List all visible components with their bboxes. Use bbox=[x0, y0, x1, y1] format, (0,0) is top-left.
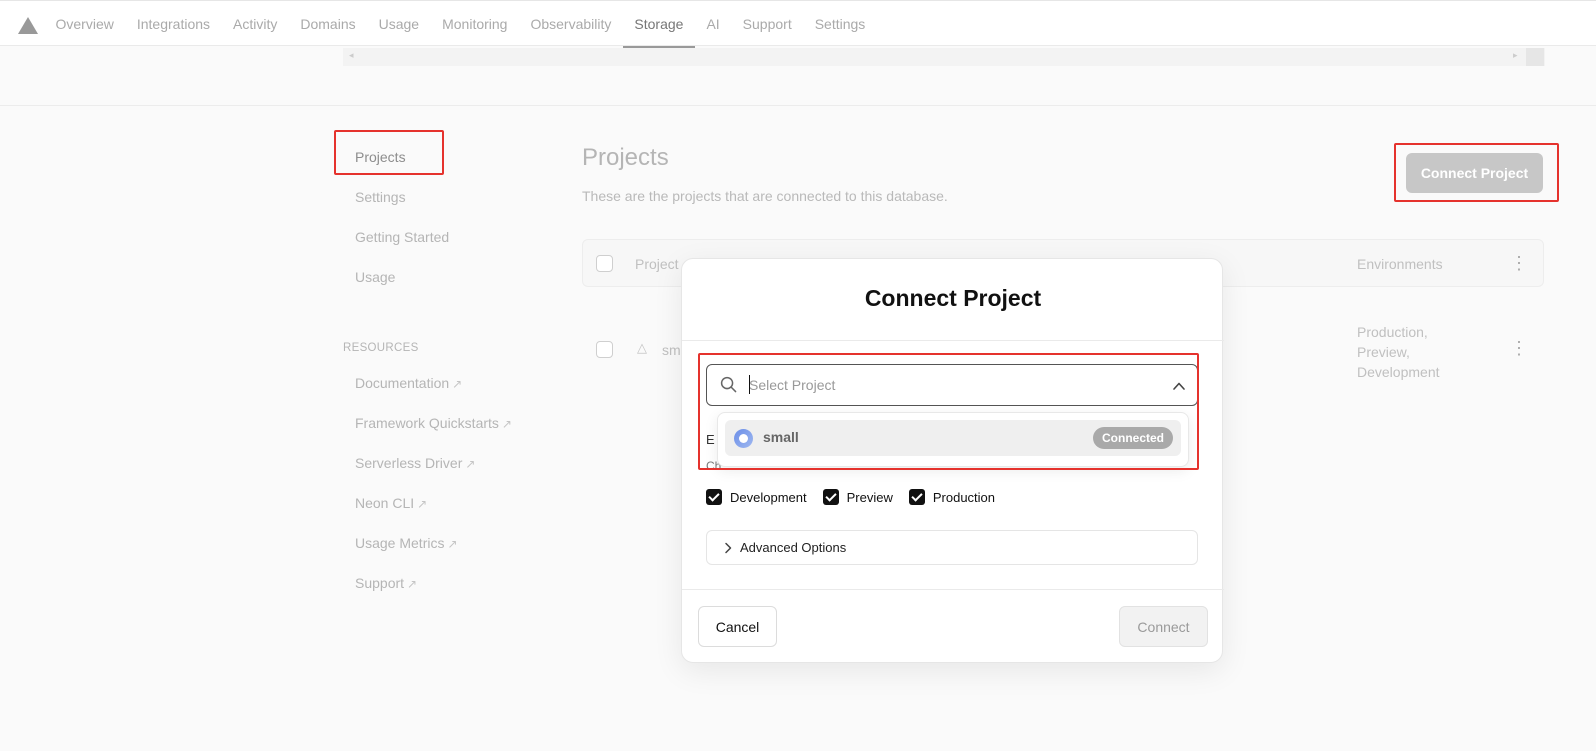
env-preview: Preview, bbox=[1357, 344, 1410, 360]
modal-divider bbox=[682, 340, 1224, 341]
scrollbar-thumb[interactable] bbox=[1526, 48, 1544, 66]
tab-overview[interactable]: Overview bbox=[44, 1, 125, 47]
header-more-icon[interactable]: ⋮ bbox=[1510, 254, 1528, 272]
scroll-left-icon[interactable]: ◂ bbox=[349, 50, 354, 61]
resource-label: Neon CLI bbox=[355, 495, 415, 511]
sidebar-item-projects[interactable]: Projects bbox=[355, 149, 406, 165]
environments-label: E bbox=[706, 432, 715, 447]
tab-monitoring[interactable]: Monitoring bbox=[431, 1, 519, 47]
dropdown-option-small[interactable]: small Connected bbox=[725, 420, 1181, 456]
environment-checkboxes: Development Preview Production bbox=[706, 489, 1011, 505]
row-checkbox[interactable] bbox=[596, 341, 613, 358]
sidebar-item-settings[interactable]: Settings bbox=[355, 189, 406, 205]
search-icon bbox=[720, 376, 737, 393]
scroll-right-icon[interactable]: ▸ bbox=[1513, 50, 1518, 61]
modal-footer-divider bbox=[682, 589, 1224, 590]
select-all-checkbox[interactable] bbox=[596, 255, 613, 272]
page-subtitle: These are the projects that are connecte… bbox=[582, 188, 948, 204]
resource-link-neon-cli[interactable]: Neon CLI ↗ bbox=[355, 495, 427, 511]
external-link-icon: ↗ bbox=[452, 377, 463, 391]
project-select[interactable] bbox=[706, 364, 1198, 406]
resource-label: Serverless Driver bbox=[355, 455, 463, 471]
project-triangle-icon: △ bbox=[637, 340, 647, 355]
tab-activity[interactable]: Activity bbox=[222, 1, 289, 47]
tab-observability[interactable]: Observability bbox=[519, 1, 623, 47]
external-link-icon: ↗ bbox=[501, 417, 512, 431]
external-link-icon: ↗ bbox=[417, 497, 428, 511]
cancel-button[interactable]: Cancel bbox=[698, 606, 777, 647]
connect-project-modal: Connect Project E Ch small Connected Dev… bbox=[681, 258, 1224, 663]
resources-heading: RESOURCES bbox=[343, 342, 419, 354]
checkbox-production[interactable]: Production bbox=[908, 489, 996, 505]
env-development: Development bbox=[1357, 364, 1440, 380]
connect-project-button[interactable]: Connect Project bbox=[1406, 153, 1543, 193]
resource-link-framework-quickstarts[interactable]: Framework Quickstarts ↗ bbox=[355, 415, 512, 431]
row-more-icon[interactable]: ⋮ bbox=[1510, 339, 1528, 357]
column-header-project[interactable]: Project bbox=[635, 256, 679, 272]
horizontal-scrollbar[interactable]: ◂ ▸ bbox=[343, 48, 1545, 66]
checkbox-label: Development bbox=[730, 489, 807, 505]
text-cursor bbox=[749, 375, 750, 394]
sidebar-item-usage[interactable]: Usage bbox=[355, 269, 395, 285]
table-row-environments: Production, Preview, Development bbox=[1357, 322, 1440, 382]
modal-title: Connect Project bbox=[864, 285, 1042, 311]
resource-link-usage-metrics[interactable]: Usage Metrics ↗ bbox=[355, 535, 458, 551]
tab-usage[interactable]: Usage bbox=[367, 1, 430, 47]
env-production: Production, bbox=[1357, 324, 1428, 340]
sidebar-item-getting-started[interactable]: Getting Started bbox=[355, 229, 449, 245]
checkbox-checked-icon[interactable] bbox=[908, 489, 925, 505]
tab-support[interactable]: Support bbox=[731, 1, 803, 47]
advanced-options-label: Advanced Options bbox=[740, 540, 847, 555]
tab-settings[interactable]: Settings bbox=[803, 1, 877, 47]
checkbox-label: Production bbox=[932, 489, 996, 505]
header-divider bbox=[0, 105, 1596, 106]
resource-label: Documentation bbox=[355, 375, 450, 391]
checkbox-preview[interactable]: Preview bbox=[822, 489, 893, 505]
project-dropdown: small Connected bbox=[717, 412, 1189, 467]
resource-link-documentation[interactable]: Documentation ↗ bbox=[355, 375, 462, 391]
column-header-environments: Environments bbox=[1357, 256, 1443, 272]
tab-storage[interactable]: Storage bbox=[622, 1, 695, 48]
chevron-right-icon bbox=[725, 542, 732, 554]
top-nav: Overview Integrations Activity Domains U… bbox=[0, 0, 1596, 48]
checkbox-checked-icon[interactable] bbox=[822, 489, 839, 505]
external-link-icon: ↗ bbox=[407, 577, 418, 591]
page-title: Projects bbox=[582, 144, 669, 171]
vercel-logo-icon[interactable] bbox=[18, 17, 38, 34]
external-link-icon: ↗ bbox=[465, 457, 476, 471]
checkbox-development[interactable]: Development bbox=[706, 489, 807, 505]
tab-ai[interactable]: AI bbox=[695, 1, 731, 47]
chevron-up-icon[interactable] bbox=[1172, 379, 1186, 393]
connected-badge: Connected bbox=[1093, 427, 1174, 449]
tab-integrations[interactable]: Integrations bbox=[125, 1, 221, 47]
external-link-icon: ↗ bbox=[447, 537, 458, 551]
connect-button[interactable]: Connect bbox=[1119, 606, 1208, 647]
option-project-name: small bbox=[763, 429, 799, 445]
checkbox-label: Preview bbox=[846, 489, 893, 505]
project-avatar-icon bbox=[734, 429, 753, 448]
resource-link-support[interactable]: Support ↗ bbox=[355, 575, 417, 591]
nav-tabs: Overview Integrations Activity Domains U… bbox=[44, 1, 877, 48]
table-row-project-name[interactable]: sm bbox=[662, 342, 681, 358]
resource-label: Usage Metrics bbox=[355, 535, 445, 551]
resource-label: Support bbox=[355, 575, 405, 591]
checkbox-checked-icon[interactable] bbox=[706, 489, 722, 505]
project-search-input[interactable] bbox=[749, 374, 1149, 396]
advanced-options-toggle[interactable]: Advanced Options bbox=[706, 530, 1198, 565]
tab-domains[interactable]: Domains bbox=[289, 1, 367, 47]
resource-link-serverless-driver[interactable]: Serverless Driver ↗ bbox=[355, 455, 475, 471]
resource-label: Framework Quickstarts bbox=[355, 415, 499, 431]
